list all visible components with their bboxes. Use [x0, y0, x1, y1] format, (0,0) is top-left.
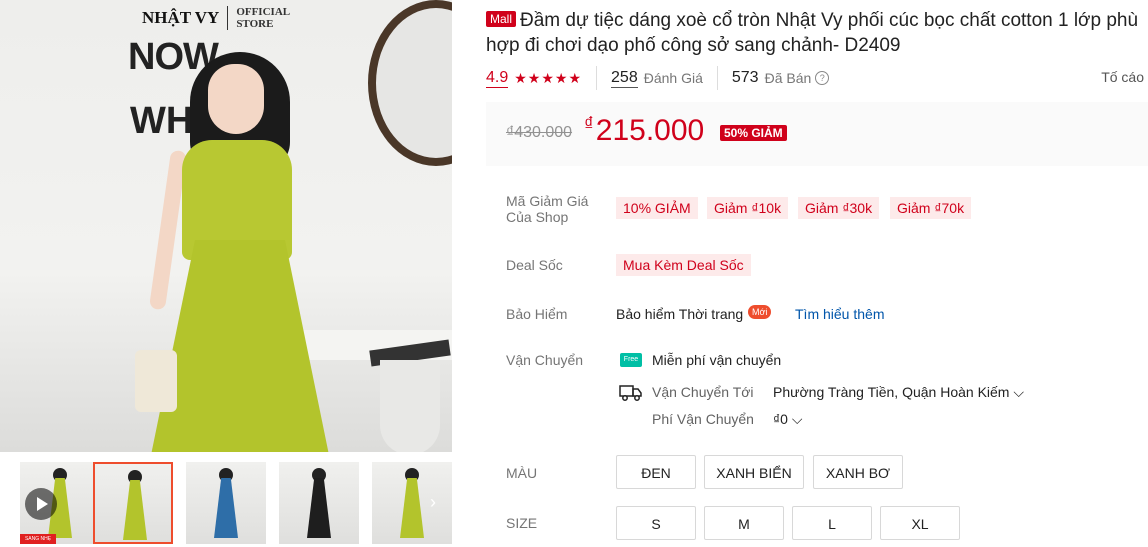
thumbnail-black[interactable]: [279, 462, 359, 544]
star-rating-icon: ★★★★★: [514, 69, 583, 86]
truck-icon: [619, 385, 642, 401]
deal-label: Deal Sốc: [506, 257, 563, 273]
free-shipping-text: Miễn phí vận chuyển: [652, 352, 782, 368]
new-badge: Mới: [748, 305, 772, 319]
mall-badge: Mall: [486, 11, 517, 27]
thumbnail-blue[interactable]: [186, 462, 266, 544]
sold-count: 573: [731, 69, 759, 86]
thumbnail-yellow-side[interactable]: [372, 462, 452, 544]
play-icon[interactable]: [25, 488, 57, 520]
main-product-image[interactable]: NHẬT VY OFFICIAL STORE NOW WH: [0, 0, 452, 452]
reviews-label: Đánh Giá: [643, 70, 703, 86]
product-title: Mall Đầm dự tiệc dáng xoè cổ tròn Nhật Vy…: [486, 8, 1146, 58]
chevron-right-icon[interactable]: ›: [430, 492, 436, 513]
ship-to-label: Vận Chuyển Tới: [652, 384, 754, 400]
brand-logo: NHẬT VY OFFICIAL STORE: [142, 6, 290, 30]
help-icon[interactable]: ?: [815, 71, 830, 85]
ship-fee-label: Phí Vận Chuyển: [652, 411, 754, 427]
logo-brand: NHẬT VY: [142, 8, 220, 27]
chevron-down-icon: ⌵: [1013, 384, 1024, 400]
ship-fee-select[interactable]: ₫0 ⌵: [773, 411, 803, 428]
product-stats: 4.9 ★★★★★ 258 Đánh Giá 573 Đã Bán ?: [486, 66, 1148, 90]
thumbnail-strip: SANG NHẸ GIÁ TỐT: [0, 460, 452, 547]
color-option-black[interactable]: ĐEN: [616, 455, 696, 489]
wall-lettering-2: WH: [130, 100, 194, 142]
learn-more-link[interactable]: Tìm hiểu thêm: [795, 306, 884, 322]
voucher-chip[interactable]: Giảm ₫70k: [890, 197, 972, 219]
mirror-decor: [368, 0, 452, 166]
insurance-label: Bảo Hiểm: [506, 306, 568, 322]
shipping-label: Vận Chuyển: [506, 352, 584, 368]
thumbnail-badge: SANG NHẸ GIÁ TỐT: [20, 534, 56, 544]
voucher-chip[interactable]: 10% GIẢM: [616, 197, 698, 219]
deal-chip[interactable]: Mua Kèm Deal Sốc: [616, 254, 751, 276]
size-option-s[interactable]: S: [616, 506, 696, 540]
color-option-avocado[interactable]: XANH BƠ: [813, 455, 903, 489]
size-option-xl[interactable]: XL: [880, 506, 960, 540]
sold-label: Đã Bán: [764, 70, 812, 86]
voucher-label: Mã Giảm Giá Của Shop: [506, 193, 589, 225]
voucher-chip[interactable]: Giảm ₫30k: [798, 197, 880, 219]
original-price: ₫430.000: [506, 124, 573, 141]
size-label: SIZE: [506, 515, 538, 531]
color-option-navy[interactable]: XANH BIỂN: [704, 455, 804, 489]
current-price: ₫215.000: [584, 114, 705, 147]
ship-to-select[interactable]: Phường Tràng Tiền, Quận Hoàn Kiếm ⌵: [773, 384, 1024, 401]
reviews-count[interactable]: 258: [611, 69, 638, 88]
size-option-m[interactable]: M: [704, 506, 784, 540]
price-section: ₫430.000 ₫215.000 50% GIẢM: [486, 102, 1148, 166]
report-link[interactable]: Tố cáo: [1101, 69, 1144, 85]
color-label: MÀU: [506, 465, 538, 481]
handbag: [135, 350, 177, 412]
chevron-down-icon: ⌵: [791, 411, 803, 427]
logo-store: OFFICIAL STORE: [236, 6, 291, 30]
discount-badge: 50% GIẢM: [720, 125, 787, 141]
size-option-l[interactable]: L: [792, 506, 872, 540]
insurance-text: Bảo hiểm Thời trang: [616, 306, 744, 322]
thumbnail-yellow-front[interactable]: [93, 462, 173, 544]
rating-value[interactable]: 4.9: [486, 69, 509, 88]
product-title-text: Đầm dự tiệc dáng xoè cổ tròn Nhật Vy phố…: [486, 10, 1139, 56]
voucher-chip[interactable]: Giảm ₫10k: [707, 197, 789, 219]
free-shipping-icon: Free: [620, 353, 642, 367]
